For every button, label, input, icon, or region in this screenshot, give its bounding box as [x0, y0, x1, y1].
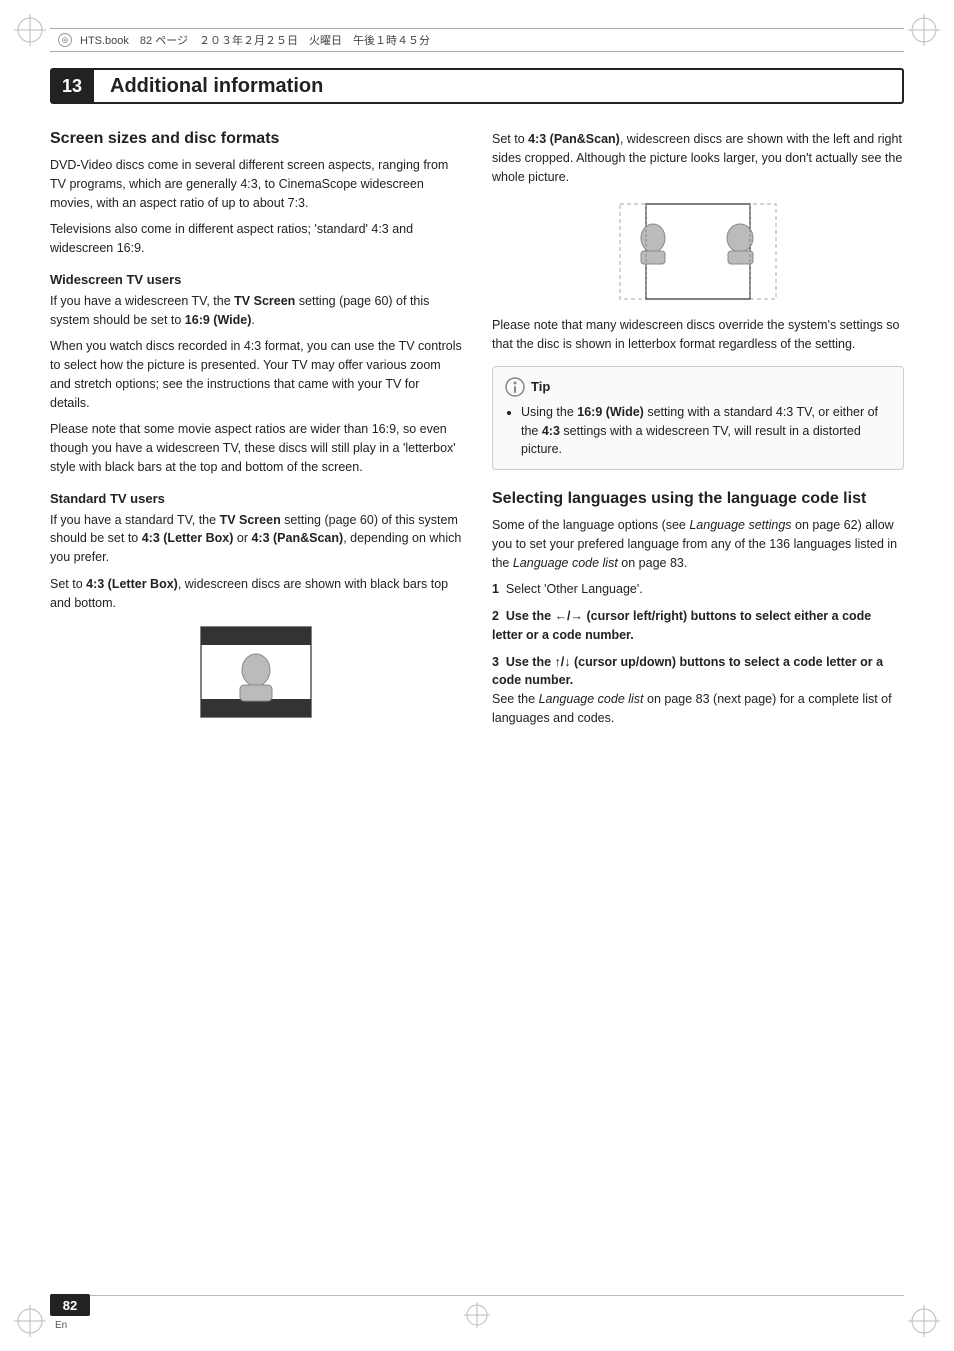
tip-item: Using the 16:9 (Wide) setting with a sta…	[521, 403, 891, 459]
top-bar: ⊕ HTS.book 82 ページ ２０３年２月２５日 火曜日 午後１時４５分	[50, 28, 904, 52]
step3-text: Use the ↑/↓ (cursor up/down) buttons to …	[492, 655, 883, 688]
right-column: Set to 4:3 (Pan&Scan), widescreen discs …	[492, 130, 904, 1271]
step1: 1 Select 'Other Language'.	[492, 580, 904, 599]
reg-mark-tr	[904, 10, 944, 50]
page-number: 82	[50, 1294, 90, 1316]
section-screen-sizes-title: Screen sizes and disc formats	[50, 130, 462, 148]
top-bar-cross: ⊕	[58, 33, 72, 47]
pan-scan-p2: Please note that many widescreen discs o…	[492, 316, 904, 354]
tip-label: Tip	[531, 379, 550, 394]
step2-num: 2	[492, 609, 499, 623]
step3: 3 Use the ↑/↓ (cursor up/down) buttons t…	[492, 653, 904, 728]
main-content: Screen sizes and disc formats DVD-Video …	[50, 130, 904, 1271]
left-column: Screen sizes and disc formats DVD-Video …	[50, 130, 462, 1271]
tip-box: Tip Using the 16:9 (Wide) setting with a…	[492, 366, 904, 470]
standard-tv-title: Standard TV users	[50, 491, 462, 506]
widescreen-tv-title: Widescreen TV users	[50, 272, 462, 287]
chapter-title: Additional information	[110, 75, 323, 98]
top-bar-text: HTS.book 82 ページ ２０３年２月２５日 火曜日 午後１時４５分	[80, 32, 430, 48]
step1-text: Select 'Other Language'.	[506, 582, 643, 596]
chapter-header: 13 Additional information	[50, 68, 904, 104]
widescreen-p1: If you have a widescreen TV, the TV Scre…	[50, 292, 462, 330]
screen-sizes-intro2: Televisions also come in different aspec…	[50, 220, 462, 258]
tip-icon	[505, 377, 525, 397]
page-lang: En	[55, 1320, 67, 1331]
pan-scan-illustration	[618, 196, 778, 306]
tip-list: Using the 16:9 (Wide) setting with a sta…	[521, 403, 891, 459]
language-code-title: Selecting languages using the language c…	[492, 490, 904, 508]
standard-p1: If you have a standard TV, the TV Screen…	[50, 511, 462, 567]
center-bottom-reg	[462, 1300, 492, 1333]
chapter-title-box: Additional information	[94, 68, 904, 104]
step2-text: Use the ←/→ (cursor left/right) buttons …	[492, 609, 871, 642]
step3-num: 3	[492, 655, 499, 669]
language-intro: Some of the language options (see Langua…	[492, 516, 904, 572]
tip-header: Tip	[505, 377, 891, 397]
chapter-number: 13	[50, 68, 94, 104]
widescreen-p3: Please note that some movie aspect ratio…	[50, 420, 462, 476]
reg-mark-tl	[10, 10, 50, 50]
reg-mark-bl	[10, 1301, 50, 1341]
standard-p2: Set to 4:3 (Letter Box), widescreen disc…	[50, 575, 462, 613]
letterbox-illustration	[196, 622, 316, 722]
pan-scan-p1: Set to 4:3 (Pan&Scan), widescreen discs …	[492, 130, 904, 186]
bottom-line	[50, 1295, 904, 1296]
step3-sub: See the Language code list on page 83 (n…	[492, 692, 892, 725]
screen-sizes-intro: DVD-Video discs come in several differen…	[50, 156, 462, 212]
widescreen-p2: When you watch discs recorded in 4:3 for…	[50, 337, 462, 412]
step2: 2 Use the ←/→ (cursor left/right) button…	[492, 607, 904, 645]
step1-num: 1	[492, 582, 499, 596]
reg-mark-br	[904, 1301, 944, 1341]
